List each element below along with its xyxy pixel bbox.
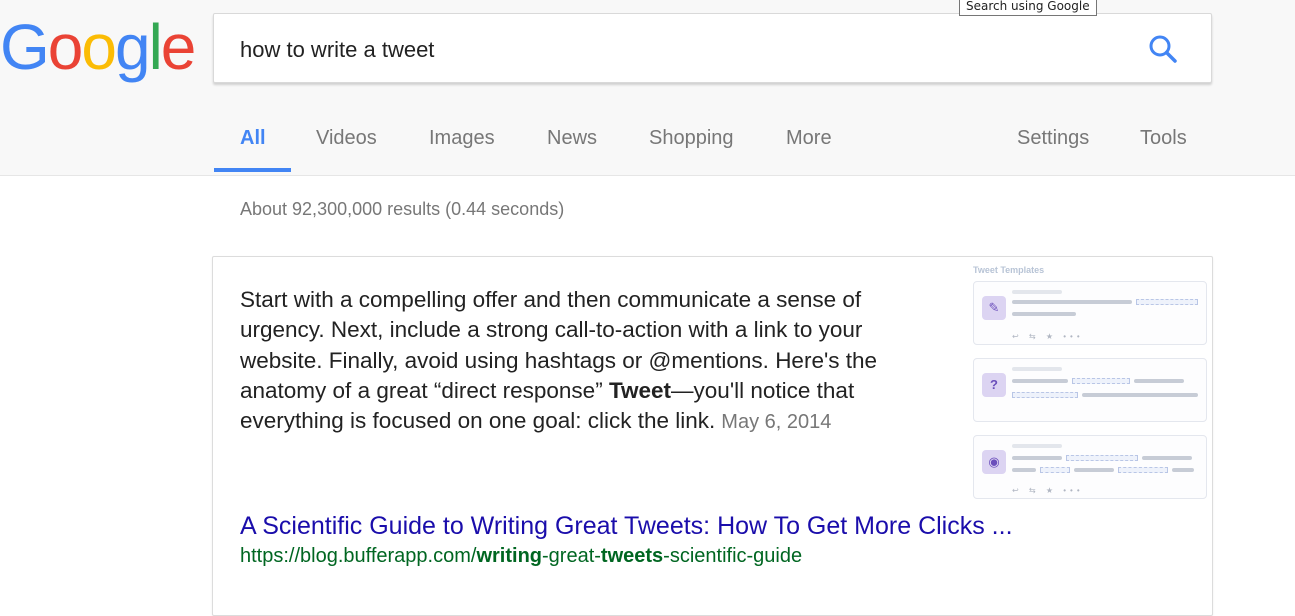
tweet-template-card: ?	[973, 358, 1207, 422]
template-blank	[1012, 392, 1078, 398]
url-part: -great-	[542, 545, 601, 567]
tab-videos[interactable]: Videos	[316, 127, 377, 150]
tab-all[interactable]: All	[240, 127, 266, 150]
template-blank	[1066, 455, 1138, 461]
template-blank	[1072, 378, 1130, 384]
logo-letter: G	[0, 11, 50, 83]
template-line	[1012, 367, 1062, 371]
template-line	[1012, 468, 1036, 472]
tab-settings[interactable]: Settings	[1017, 127, 1089, 150]
result-title-link[interactable]: A Scientific Guide to Writing Great Twee…	[240, 512, 1013, 541]
logo-letter: g	[114, 11, 151, 83]
template-line	[1012, 300, 1132, 304]
template-line	[1082, 393, 1198, 397]
template-line	[1012, 290, 1062, 294]
template-line	[1172, 468, 1194, 472]
snippet-date: May 6, 2014	[721, 411, 832, 434]
featured-snippet-text: Start with a compelling offer and then c…	[240, 285, 940, 437]
tab-shopping[interactable]: Shopping	[649, 127, 734, 150]
tab-images[interactable]: Images	[429, 127, 495, 150]
logo-letter: o	[47, 11, 84, 83]
template-line	[1012, 312, 1076, 316]
question-icon: ?	[982, 373, 1006, 397]
tweet-template-card: ◉ ↩ ⇆ ★ •••	[973, 435, 1207, 499]
url-part-bold: tweets	[600, 545, 664, 567]
template-blank	[1040, 467, 1070, 473]
active-tab-indicator	[214, 168, 291, 172]
result-url: https://blog.bufferapp.com/writing-great…	[240, 545, 802, 568]
tweet-template-card: ✎ ↩ ⇆ ★ •••	[973, 281, 1207, 345]
template-line	[1012, 379, 1068, 383]
logo-letter: e	[160, 11, 197, 83]
search-tabs: All Videos Images News Shopping More Set…	[0, 118, 1295, 176]
snippet-highlight: Tweet	[608, 377, 672, 403]
template-blank	[1136, 299, 1198, 305]
template-line	[1142, 456, 1192, 460]
search-tooltip: Search using Google	[959, 0, 1097, 16]
template-blank	[1118, 467, 1168, 473]
template-line	[1134, 379, 1184, 383]
search-button[interactable]	[1146, 32, 1180, 66]
template-line	[1074, 468, 1114, 472]
logo-letter: l	[148, 11, 163, 83]
url-part: -scientific-guide	[663, 545, 803, 567]
search-icon	[1149, 35, 1177, 63]
featured-thumbnail[interactable]: Tweet Templates ✎ ↩ ⇆ ★ ••• ? ◉ ↩ ⇆ ★ ••…	[973, 265, 1209, 505]
search-box[interactable]: how to write a tweet	[213, 13, 1212, 83]
tab-tools[interactable]: Tools	[1140, 127, 1187, 150]
tweet-actions-icons: ↩ ⇆ ★ •••	[1012, 332, 1084, 341]
url-part-bold: writing	[476, 545, 542, 567]
thumbnail-heading: Tweet Templates	[973, 265, 1045, 275]
url-part: https://blog.bufferapp.com/	[240, 545, 477, 567]
tab-more[interactable]: More	[786, 127, 832, 150]
tweet-actions-icons: ↩ ⇆ ★ •••	[1012, 486, 1084, 495]
template-line	[1012, 444, 1062, 448]
pencil-icon: ✎	[982, 296, 1006, 320]
logo-letter: o	[81, 11, 117, 83]
tab-news[interactable]: News	[547, 127, 597, 150]
featured-snippet-card: Start with a compelling offer and then c…	[212, 256, 1213, 616]
search-input[interactable]: how to write a tweet	[240, 37, 434, 63]
google-logo[interactable]: Google	[0, 11, 197, 83]
top-header: Google how to write a tweet Search using…	[0, 0, 1295, 176]
lightbulb-icon: ◉	[982, 450, 1006, 474]
template-line	[1012, 456, 1062, 460]
result-stats: About 92,300,000 results (0.44 seconds)	[240, 199, 565, 219]
